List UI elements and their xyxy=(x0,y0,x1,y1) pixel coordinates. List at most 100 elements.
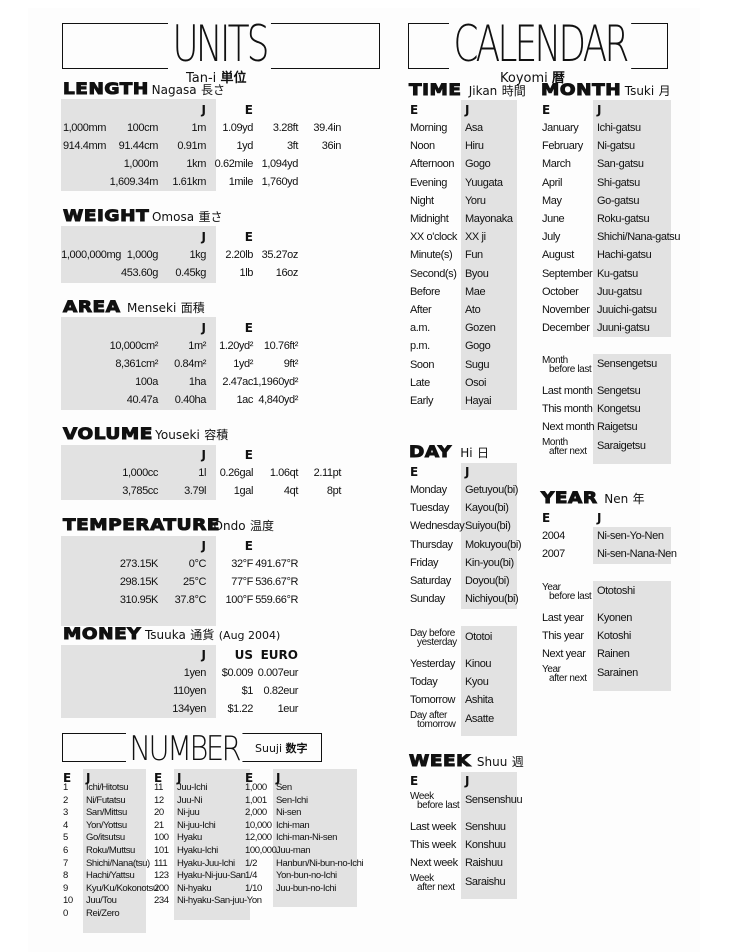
year-romaji: Nen xyxy=(604,492,629,506)
month-kanji: 月 xyxy=(658,84,671,98)
year-relative-japanese: Sarainen xyxy=(597,666,638,679)
weight-cell: 16oz xyxy=(275,267,299,279)
day-relative-english: Yesterday xyxy=(410,658,455,670)
month-relative-english: Month after next xyxy=(542,437,587,456)
year-relative-english: Last year xyxy=(542,612,584,624)
length-cell: 3.28ft xyxy=(272,122,299,134)
month-romaji: Tsuki xyxy=(624,84,655,98)
volume-col-e: E xyxy=(244,448,253,462)
day-english: Sunday xyxy=(410,593,445,606)
area-row: 40.47a 0.40ha 1ac 4,840yd² xyxy=(61,391,361,409)
time-col-e: E xyxy=(410,103,419,117)
month-relative-row: Month before last Sensengetsu xyxy=(542,355,682,375)
week-relative-english: Next week xyxy=(410,857,458,870)
length-row: 914.4mm 91.44cm 0.91m 1yd 3ft 36in xyxy=(61,137,361,155)
length-cell: 1.61km xyxy=(172,176,206,188)
weight-col-e: E xyxy=(244,230,253,244)
number-japanese: Hanbun/Ni-bun-no-Ichi xyxy=(276,857,364,869)
month-english: January xyxy=(542,122,579,134)
temperature-cell: 100°F xyxy=(225,594,254,606)
month-relative-japanese: Sengetsu xyxy=(597,385,641,397)
year-relative-row: This year Kotoshi xyxy=(542,627,682,645)
area-row: 8,361cm² 0.84m² 1yd² 9ft² xyxy=(61,355,361,373)
week-romaji: Shuu xyxy=(476,755,508,769)
month-english: December xyxy=(542,322,590,335)
temperature-heading: TEMPERATUREOndo 温度 xyxy=(62,515,274,535)
day-relative-english: Today xyxy=(410,676,438,689)
time-japanese: Gogo xyxy=(465,340,491,353)
time-english: Noon xyxy=(410,140,435,153)
year-relative-english: Year after next xyxy=(542,664,587,684)
length-heading: LENGTH Nagasa 長さ xyxy=(62,79,226,99)
volume-cell: 3.79l xyxy=(184,485,206,497)
time-japanese: Osoi xyxy=(465,376,487,389)
money-cell: 1eur xyxy=(277,703,299,715)
area-cell: 40.47a xyxy=(126,394,159,406)
time-english: XX o'clock xyxy=(410,231,458,244)
time-col-headers: E J xyxy=(410,101,530,119)
year-relative-row: Year before last Ototoshi xyxy=(542,582,682,602)
number-row: 100,000 Juu-man xyxy=(0,844,729,857)
day-english: Wednesday xyxy=(410,520,465,533)
area-cell: 1yd² xyxy=(233,358,253,370)
number-japanese: Ichi-man xyxy=(276,819,310,831)
time-english: Evening xyxy=(410,176,447,189)
month-english: February xyxy=(542,140,583,153)
number-subtitle-kanji: 数字 xyxy=(285,742,308,755)
day-relative-japanese: Kyou xyxy=(465,676,489,689)
time-japanese: Asa xyxy=(465,122,483,134)
time-heading: TIME Jikan 時間 xyxy=(408,80,525,100)
time-japanese: XX ji xyxy=(465,231,486,244)
day-relative-japanese: Ashita xyxy=(465,694,494,707)
year-relative-japanese: Ototoshi xyxy=(597,585,635,597)
number-row: 1/2 Hanbun/Ni-bun-no-Ichi xyxy=(0,857,729,870)
number-subtitle-romaji: Suuji xyxy=(255,742,283,755)
area-cell: 10.76ft² xyxy=(263,340,299,352)
number-row: 10,000 Ichi-man xyxy=(0,819,729,832)
temperature-cell: 310.95K xyxy=(119,594,159,606)
money-row: 1yen $0.009 0.007eur xyxy=(61,664,361,682)
number-english: 10,000 xyxy=(245,819,272,831)
day-japanese: Suiyou(bi) xyxy=(465,520,511,533)
year-kanji: 年 xyxy=(632,492,645,506)
length-cell: 100cm xyxy=(126,122,158,134)
number-japanese: Yon-bun-no-Ichi xyxy=(276,870,337,882)
temperature-col-headers: J E xyxy=(61,537,361,555)
area-cell: 1,1960yd² xyxy=(252,376,299,388)
day-relative-english: Day after tomorrow xyxy=(410,710,456,729)
time-japanese: Mayonaka xyxy=(465,213,513,225)
time-row: Morning Asa xyxy=(410,119,550,137)
volume-cell: 8pt xyxy=(326,485,341,497)
month-english: July xyxy=(542,231,560,244)
week-relative-row: Week before last Sensenshuu xyxy=(410,791,550,811)
number-english: 1/10 xyxy=(245,882,262,894)
temperature-cell: 298.15K xyxy=(119,576,159,588)
area-cell: 1ac xyxy=(236,394,253,406)
time-english: Night xyxy=(410,194,434,207)
temperature-cell: 536.67°R xyxy=(255,576,298,588)
year-relative-row: Last year Kyonen xyxy=(542,609,682,627)
year-relative-row: Year after next Sarainen xyxy=(542,664,682,684)
day-row: Saturday Doyou(bi) xyxy=(410,572,550,590)
weight-row: 1,000,000mg 1,000g 1kg 2.20lb 35.27oz xyxy=(61,246,361,264)
day-japanese: Getuyou(bi) xyxy=(465,484,519,496)
time-japanese: Hayai xyxy=(465,395,492,407)
month-row: May Go-gatsu xyxy=(542,192,682,210)
time-romaji: Jikan xyxy=(468,84,498,98)
money-col-headers: J US EURO xyxy=(61,646,361,664)
label-line-2: after next xyxy=(549,672,587,684)
number-row: 1,000 Sen xyxy=(0,781,729,794)
length-row: 1,000mm 100cm 1m 1.09yd 3.28ft 39.4in xyxy=(61,119,361,137)
month-english: June xyxy=(542,213,565,225)
length-col-e: E xyxy=(244,103,253,117)
weight-col-j: J xyxy=(201,230,206,244)
money-row: 110yen $1 0.82eur xyxy=(61,682,361,700)
length-kanji: 長さ xyxy=(201,83,226,97)
week-relative-row: This week Konshuu xyxy=(410,836,550,854)
money-row: 134yen $1.22 1eur xyxy=(61,700,361,718)
day-row: Monday Getuyou(bi) xyxy=(410,481,550,499)
time-english: Minute(s) xyxy=(410,249,453,262)
month-col-headers: E J xyxy=(542,101,672,119)
time-japanese: Gogo xyxy=(465,158,491,171)
calendar-title: CALENDAR xyxy=(449,18,631,70)
